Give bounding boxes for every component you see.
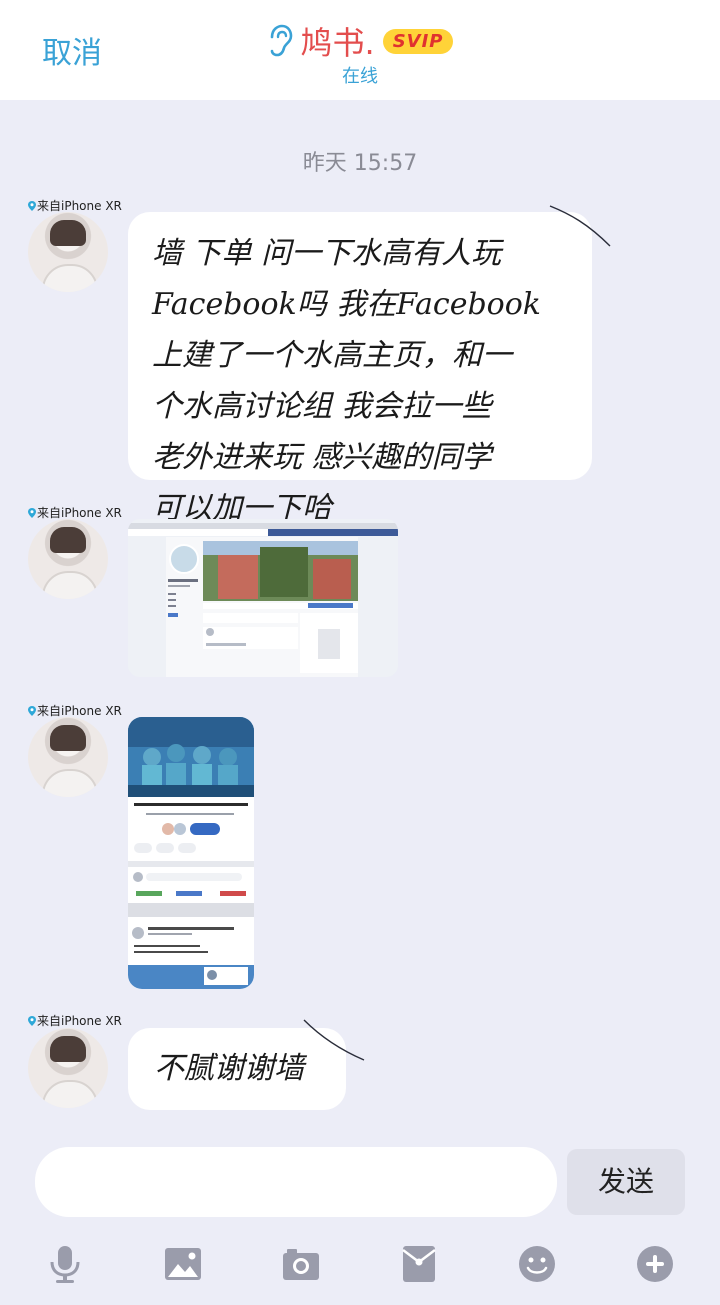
ear-icon[interactable] xyxy=(267,24,293,58)
device-source-text: 来自iPhone XR xyxy=(37,704,122,718)
bubble-curl-decoration xyxy=(549,205,611,247)
message-timestamp: 昨天 15:57 xyxy=(302,151,418,176)
device-source-text: 来自iPhone XR xyxy=(37,506,122,520)
facebook-desktop-screenshot[interactable] xyxy=(128,519,398,677)
mobile-screenshot-image xyxy=(128,717,254,989)
device-source-text: 来自iPhone XR xyxy=(37,1014,122,1028)
facebook-mobile-screenshot[interactable] xyxy=(128,717,254,989)
plus-icon[interactable] xyxy=(635,1244,675,1284)
device-source: 来自iPhone XR xyxy=(28,702,122,719)
contact-name: 鸠书. xyxy=(300,24,375,62)
send-button[interactable]: 发送 xyxy=(567,1149,685,1215)
device-source: 来自iPhone XR xyxy=(28,1012,122,1029)
location-pin-icon xyxy=(28,1015,36,1026)
location-pin-icon xyxy=(28,200,36,211)
camera-icon[interactable] xyxy=(281,1244,321,1284)
desktop-screenshot-image xyxy=(128,519,398,677)
svip-badge: SVIP xyxy=(382,28,454,54)
image-icon[interactable] xyxy=(163,1244,203,1284)
device-source: 来自iPhone XR xyxy=(28,504,122,521)
location-pin-icon xyxy=(28,705,36,716)
microphone-icon[interactable] xyxy=(45,1244,85,1284)
message-line: 老外进来玩 感兴趣的同学 xyxy=(152,440,492,475)
device-source: 来自iPhone XR xyxy=(28,197,122,214)
location-pin-icon xyxy=(28,507,36,518)
avatar[interactable] xyxy=(28,519,108,599)
message-line: Facebook吗 我在Facebook xyxy=(152,287,541,322)
avatar[interactable] xyxy=(28,1028,108,1108)
chat-header: 取消 鸠书. SVIP 在线 xyxy=(0,0,720,100)
message-bubble[interactable]: 墙 下单 问一下水高有人玩 Facebook吗 我在Facebook 上建了一个… xyxy=(128,212,592,526)
online-status: 在线 xyxy=(342,66,378,87)
message-text: 墙 下单 问一下水高有人玩 Facebook吗 我在Facebook 上建了一个… xyxy=(128,212,592,534)
message-line: 个水高讨论组 我会拉一些 xyxy=(152,389,492,424)
red-packet-icon[interactable] xyxy=(399,1244,439,1284)
avatar[interactable] xyxy=(28,212,108,292)
title-area: 鸠书. SVIP xyxy=(0,18,720,64)
device-source-text: 来自iPhone XR xyxy=(37,199,122,213)
emoji-icon[interactable] xyxy=(517,1244,557,1284)
message-line: 上建了一个水高主页，和一 xyxy=(152,338,512,373)
title-row: 鸠书. SVIP xyxy=(267,18,454,64)
avatar[interactable] xyxy=(28,717,108,797)
bubble-curl-decoration xyxy=(303,1019,365,1061)
message-line: 墙 下单 问一下水高有人玩 xyxy=(152,236,502,271)
message-input[interactable] xyxy=(35,1147,557,1217)
